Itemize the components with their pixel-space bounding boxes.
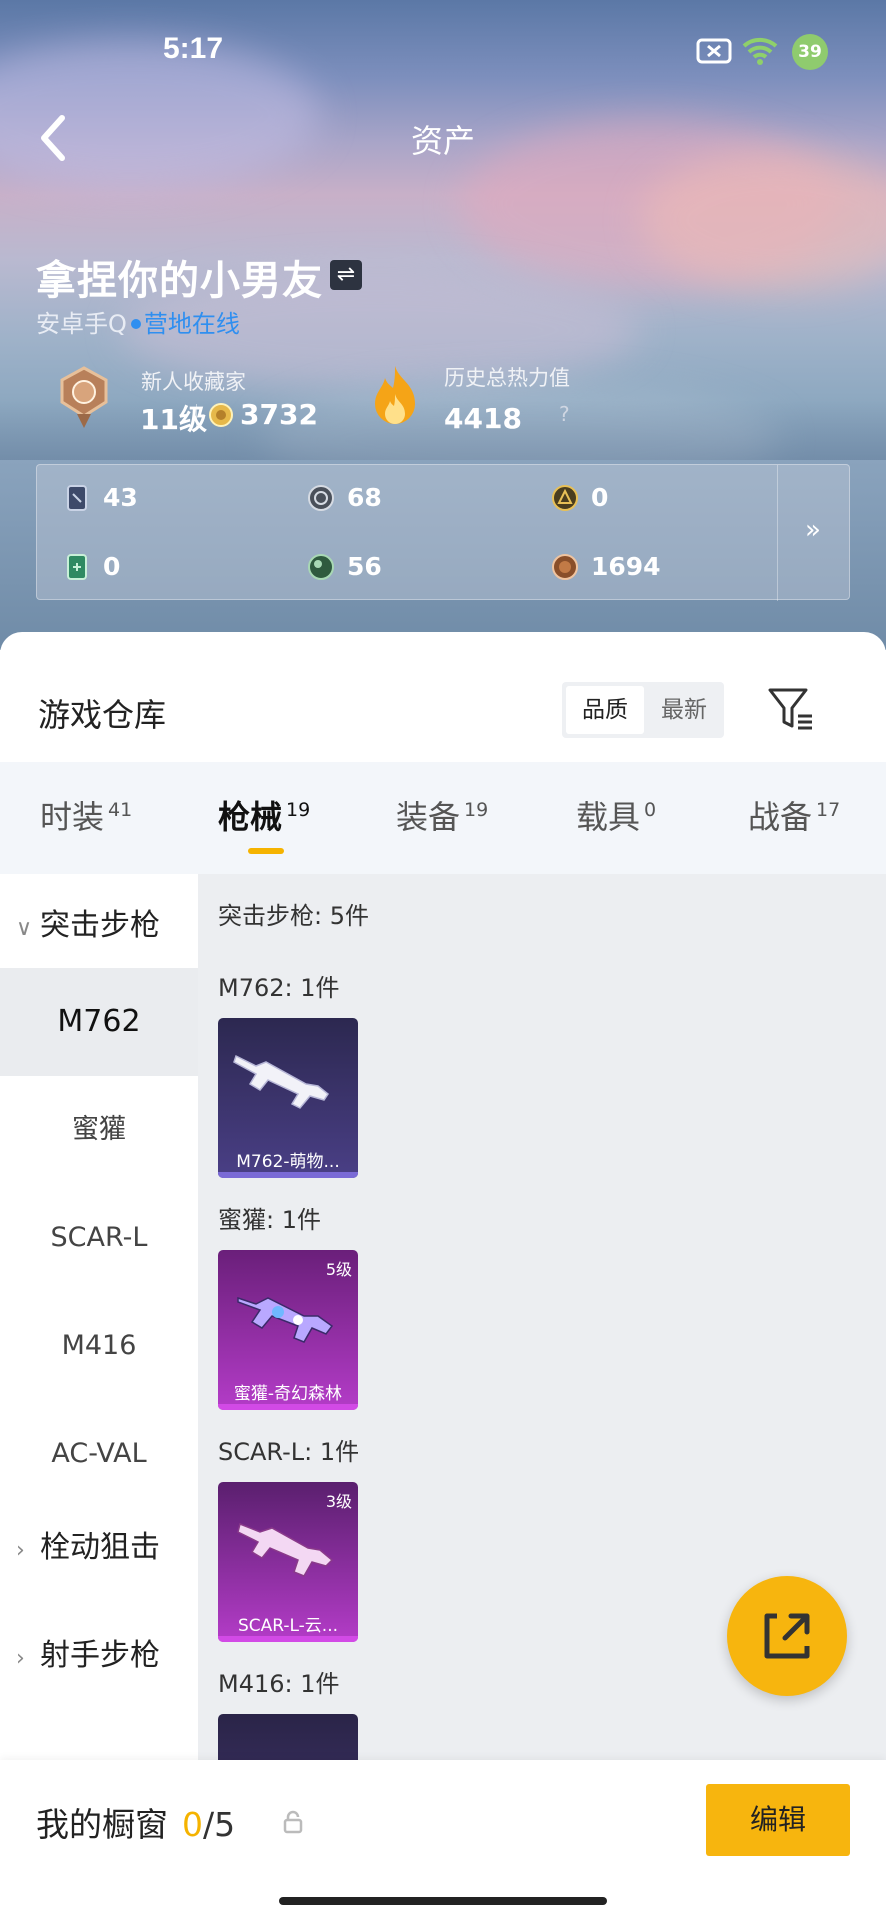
- sidebar-item-honey-badger[interactable]: 蜜獾: [0, 1076, 198, 1184]
- edit-button[interactable]: 编辑: [706, 1784, 850, 1856]
- sort-quality-button[interactable]: 品质: [566, 686, 644, 734]
- bronze-coin-icon: [552, 554, 578, 580]
- player-nickname: 拿捏你的小男友: [36, 258, 323, 304]
- sort-toggle: 品质 最新: [562, 682, 724, 738]
- tab-equipment[interactable]: 装备 19: [396, 792, 488, 838]
- weapon-sidebar: ∨ 突击步枪 M762 蜜獾 SCAR-L M416 AC-VAL › 栓动狙击 ›…: [0, 874, 198, 1804]
- sidebar-item-m762[interactable]: M762: [0, 968, 198, 1076]
- medal-icon: [60, 366, 108, 428]
- gold-coin-icon: [552, 485, 578, 511]
- sort-latest-button[interactable]: 最新: [646, 686, 722, 734]
- home-indicator[interactable]: [279, 1897, 607, 1905]
- card-icon: [67, 485, 87, 511]
- switch-account-icon[interactable]: ⇌: [330, 260, 362, 290]
- category-tabs: 时装 41 枪械 19 装备 19 载具 0 战备 17: [0, 762, 886, 874]
- warehouse-title: 游戏仓库: [38, 696, 167, 734]
- group-heading: 蜜獾: 1件: [218, 1206, 321, 1234]
- collector-coins: 3732: [240, 398, 318, 431]
- group-heading: SCAR-L: 1件: [218, 1438, 360, 1466]
- sidebar-item-ac-val[interactable]: AC-VAL: [0, 1400, 198, 1508]
- showcase-label: 我的橱窗 0/5: [36, 1805, 236, 1844]
- status-time: 5:17: [163, 32, 224, 65]
- page-title: 资产: [410, 122, 475, 160]
- sidebar-item-scar-l[interactable]: SCAR-L: [0, 1184, 198, 1292]
- showcase-total: /5: [203, 1805, 236, 1844]
- sidebar-group-bolt[interactable]: › 栓动狙击: [0, 1518, 198, 1578]
- weapon-card-scar-l[interactable]: 3级 SCAR-L-云...: [218, 1482, 358, 1642]
- rifle-icon: [233, 1054, 330, 1109]
- online-status: 营地在线: [143, 310, 240, 338]
- wifi-icon: [742, 37, 778, 65]
- flame-icon: [375, 366, 415, 424]
- sidebar-item-m416[interactable]: M416: [0, 1292, 198, 1400]
- tab-supplies[interactable]: 战备 17: [748, 792, 840, 838]
- heat-help-icon[interactable]: ?: [559, 402, 570, 426]
- heat-value: 4418: [444, 402, 522, 435]
- heat-title: 历史总热力值: [444, 366, 570, 390]
- lock-icon: [283, 1810, 303, 1834]
- asset-stats-panel[interactable]: 43 68 0 0 56 1694 »: [36, 464, 850, 601]
- weapon-card-honey-badger[interactable]: 5级 蜜獾-奇幻森林: [218, 1250, 358, 1410]
- showcase-current: 0: [182, 1805, 203, 1844]
- green-card-icon: [67, 554, 87, 580]
- rifle-icon: [237, 1296, 334, 1343]
- platform-label: 安卓手Q: [36, 310, 127, 338]
- screen-cast-icon: [696, 38, 732, 64]
- collector-coin-icon: [209, 403, 233, 427]
- share-icon: [764, 1613, 810, 1659]
- category-count: 突击步枪: 5件: [218, 902, 369, 930]
- status-bar: 5:17 39: [0, 0, 886, 100]
- tab-fashion[interactable]: 时装 41: [40, 792, 132, 838]
- filter-icon[interactable]: [766, 684, 816, 734]
- rifle-icon: [237, 1522, 334, 1577]
- collector-title: 新人收藏家: [141, 370, 246, 394]
- sidebar-group-dmr[interactable]: › 射手步枪: [0, 1626, 198, 1686]
- sidebar-group-assault[interactable]: ∨ 突击步枪: [0, 896, 198, 956]
- share-button[interactable]: [727, 1576, 847, 1696]
- expand-stats-icon[interactable]: »: [805, 515, 821, 545]
- silver-coin-icon: [308, 485, 334, 511]
- battery-icon: 39: [792, 34, 828, 70]
- green-orb-icon: [308, 554, 334, 580]
- warehouse-sheet: 游戏仓库 品质 最新 时装 41 枪械 19 装备 19 载具 0 战备 17 ∨ 突击步枪…: [0, 632, 886, 1920]
- showcase-footer: 我的橱窗 0/5 编辑: [0, 1760, 886, 1920]
- tab-guns[interactable]: 枪械 19: [218, 792, 310, 838]
- tab-vehicles[interactable]: 载具 0: [576, 792, 656, 838]
- group-heading: M762: 1件: [218, 974, 340, 1002]
- player-subline: 安卓手Q 营地在线: [36, 304, 240, 339]
- active-tab-underline: [248, 848, 284, 854]
- group-heading: M416: 1件: [218, 1670, 340, 1698]
- weapon-card-m762[interactable]: M762-萌物...: [218, 1018, 358, 1178]
